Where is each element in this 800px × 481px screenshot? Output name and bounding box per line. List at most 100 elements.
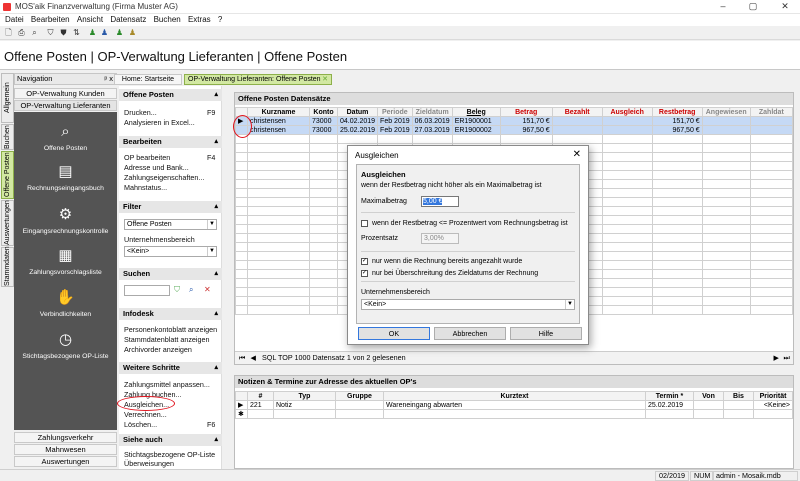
tab-label: OP-Verwaltung Lieferanten: Offene Posten	[188, 76, 321, 83]
menu-help[interactable]: ?	[218, 14, 222, 26]
search-find-icon[interactable]: ⌕	[189, 285, 193, 295]
vtab-auswertungen[interactable]: Auswertungen	[1, 200, 14, 246]
ok-button[interactable]: OK	[358, 327, 430, 340]
dialog-bereich-label: Unternehmensbereich	[361, 289, 430, 296]
search-filter-icon[interactable]: ⛉	[174, 285, 180, 295]
first-record-icon[interactable]: ⏮	[239, 353, 245, 362]
task-mahnstatus[interactable]: Mahnstatus...	[124, 183, 167, 192]
nav-item-stichtag[interactable]: ◷ Stichtagsbezogene OP-Liste	[14, 330, 117, 360]
toolbar: 🗋 ⎙ ⌕ ⛉ ⛊ ⇅ ♟ ♟ ♟ ♟	[0, 26, 800, 40]
task-drucken[interactable]: Drucken...	[124, 108, 157, 117]
menu-datei[interactable]: Datei	[5, 14, 24, 26]
sort-icon[interactable]: ⇅	[71, 27, 82, 38]
nav-op-kunden[interactable]: OP-Verwaltung Kunden	[14, 88, 117, 99]
vtab-offene-posten[interactable]: Offene Posten	[1, 151, 14, 199]
user-icon[interactable]: ♟	[114, 27, 125, 38]
dialog-hint: wenn der Restbetrag nicht höher als ein …	[361, 182, 542, 189]
help-button[interactable]: Hilfe	[510, 327, 582, 340]
app-icon	[3, 3, 11, 11]
user-icon[interactable]: ♟	[127, 27, 138, 38]
section-siehe-auch[interactable]: Siehe auch ▴	[119, 434, 222, 446]
print-icon[interactable]: ⎙	[16, 27, 27, 38]
table-row[interactable]: ▶ christensen 73000 04.02.2019 Feb 2019 06.…	[235, 116, 794, 126]
dialog-bereich-select[interactable]: <Kein> ▼	[361, 299, 575, 310]
collapse-icon: ▴	[214, 436, 218, 443]
task-loeschen[interactable]: Löschen...	[124, 420, 157, 429]
col-periode: Periode	[377, 107, 413, 117]
task-op-bearbeiten[interactable]: OP bearbeiten	[124, 153, 170, 162]
menu-extras[interactable]: Extras	[188, 14, 211, 26]
section-bearbeiten[interactable]: Bearbeiten ▴	[119, 136, 222, 148]
nav-op-lieferanten[interactable]: OP-Verwaltung Lieferanten	[14, 100, 117, 111]
records-title: Offene Posten Datensätze	[235, 93, 793, 105]
nav-item-zahlungsvorschlagsliste[interactable]: ▦ Zahlungsvorschlagsliste	[14, 246, 117, 276]
clock-icon: ◷	[58, 331, 73, 348]
cancel-button[interactable]: Abbrechen	[434, 327, 506, 340]
filter-clear-icon[interactable]: ⛊	[58, 27, 69, 38]
search-icon[interactable]: ⌕	[29, 27, 40, 38]
next-record-icon[interactable]: ▶	[773, 352, 779, 364]
vtab-buchen[interactable]: Buchen	[1, 124, 14, 150]
new-icon[interactable]: 🗋	[3, 27, 14, 38]
section-offene-posten[interactable]: Offene Posten ▴	[119, 89, 222, 101]
nav-zahlungsverkehr[interactable]: Zahlungsverkehr	[14, 432, 117, 443]
tab-home[interactable]: Home: Startseite	[114, 74, 182, 85]
section-filter[interactable]: Filter ▴	[119, 201, 222, 213]
bereich-select[interactable]: <Kein> ▼	[124, 246, 217, 257]
task-stichtag-liste[interactable]: Stichtagsbezogene OP-Liste	[124, 450, 215, 459]
nav-item-verbindlichkeiten[interactable]: ✋ Verbindlichkeiten	[14, 288, 117, 318]
pct-input[interactable]: 3,00%	[421, 233, 459, 244]
task-excel[interactable]: Analysieren in Excel...	[124, 118, 195, 127]
table-row[interactable]: christensen 73000 25.02.2019 Feb 2019 27.03…	[235, 125, 794, 135]
menu-datensatz[interactable]: Datensatz	[110, 14, 146, 26]
nav-auswertungen[interactable]: Auswertungen	[14, 456, 117, 467]
filter-icon[interactable]: ⛉	[45, 27, 56, 38]
maximize-button[interactable]: ▢	[742, 0, 764, 14]
nav-item-rechnungseingangsbuch[interactable]: ▤ Rechnungseingangsbuch	[14, 162, 117, 192]
vtab-allgemein[interactable]: Allgemein	[1, 73, 14, 123]
task-stammdatenblatt[interactable]: Stammdatenblatt anzeigen	[124, 335, 210, 344]
checkbox-zieldatum[interactable]: ✓	[361, 270, 368, 277]
highlight-circle	[233, 115, 252, 138]
menu-ansicht[interactable]: Ansicht	[77, 14, 103, 26]
user-icon[interactable]: ♟	[87, 27, 98, 38]
search-input[interactable]	[124, 285, 170, 296]
nav-mahnwesen[interactable]: Mahnwesen	[14, 444, 117, 455]
nav-item-eingangsrechnungskontrolle[interactable]: ⚙ Eingangsrechnungskontrolle	[14, 205, 117, 235]
task-archivorder[interactable]: Archivorder anzeigen	[124, 345, 192, 354]
user-icon[interactable]: ♟	[99, 27, 110, 38]
task-personenkontoblatt[interactable]: Personenkontoblatt anzeigen	[124, 325, 217, 334]
notes-title: Notizen & Termine zur Adresse des aktuel…	[235, 376, 793, 388]
close-tab-icon[interactable]: ✕	[322, 75, 328, 84]
task-adresse[interactable]: Adresse und Bank...	[124, 163, 189, 172]
task-zahlungsmittel[interactable]: Zahlungsmittel anpassen...	[124, 380, 210, 389]
last-record-icon[interactable]: ⏭	[784, 352, 790, 364]
section-weitere-schritte[interactable]: Weitere Schritte ▴	[119, 362, 222, 374]
table-row[interactable]: ▶ 221 Notiz Wareneingang abwarten 25.02.20…	[235, 400, 793, 410]
prev-record-icon[interactable]: ◀	[250, 353, 256, 362]
table-row[interactable]: ✱	[235, 409, 793, 419]
task-verrechnen[interactable]: Verrechnen...	[124, 410, 167, 419]
row-pointer-icon: ▶	[235, 400, 248, 410]
filter-select[interactable]: Offene Posten ▼	[124, 219, 217, 230]
section-infodesk[interactable]: Infodesk ▴	[119, 308, 222, 320]
task-zahlungseigenschaften[interactable]: Zahlungseigenschaften...	[124, 173, 204, 182]
tab-offene-posten[interactable]: OP-Verwaltung Lieferanten: Offene Posten…	[184, 74, 332, 85]
checkbox-angezahlt[interactable]: ✓	[361, 258, 368, 265]
search-clear-icon[interactable]: ✕	[204, 285, 211, 294]
col-angewiesen: Angewiesen	[701, 107, 751, 117]
vtab-stammdaten[interactable]: Stammdaten	[1, 246, 14, 287]
task-ueberweisungen[interactable]: Überweisungen	[124, 459, 174, 468]
menu-bearbeiten[interactable]: Bearbeiten	[31, 14, 70, 26]
max-input[interactable]: 5,00 €	[421, 196, 459, 207]
checkbox-prozent[interactable]	[361, 220, 368, 227]
close-button[interactable]: ✕	[774, 0, 796, 14]
nav-item-offene-posten[interactable]: ⌕ Offene Posten	[14, 122, 117, 152]
status-user: admin - Mosaik.mdb	[712, 471, 798, 481]
pin-icon[interactable]: ᵖ x	[104, 74, 113, 84]
section-suchen[interactable]: Suchen ▴	[119, 268, 222, 280]
minimize-button[interactable]: –	[712, 0, 734, 14]
menu-buchen[interactable]: Buchen	[154, 14, 181, 26]
close-icon[interactable]: ✕	[573, 149, 581, 160]
handshake-icon: ✋	[56, 289, 75, 306]
